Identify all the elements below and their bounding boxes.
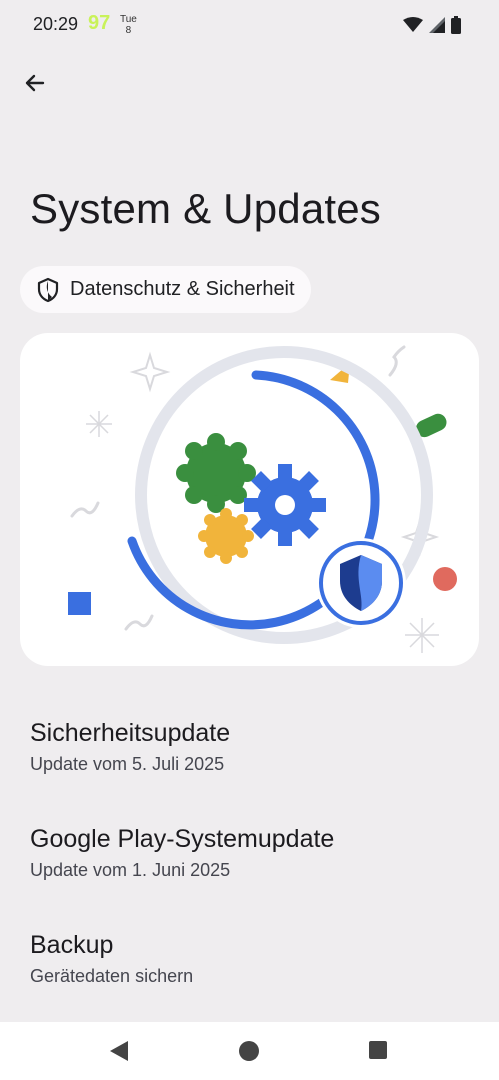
arrow-back-icon (25, 74, 45, 92)
page-title: System & Updates (30, 185, 382, 232)
item-subtitle: Update vom 1. Juni 2025 (30, 860, 231, 880)
back-button[interactable] (20, 68, 50, 98)
chip-label: Datenschutz & Sicherheit (70, 278, 295, 300)
google-play-system-update-item[interactable]: Google Play-Systemupdate Update vom 1. J… (30, 824, 334, 881)
status-time: 20:29 (33, 14, 79, 34)
item-title: Backup (30, 931, 114, 959)
navigation-bar (0, 1022, 499, 1080)
nav-recents-button[interactable] (368, 1040, 388, 1065)
status-date-number: 8 (125, 25, 132, 36)
privacy-security-chip[interactable]: Datenschutz & Sicherheit (20, 266, 311, 313)
item-subtitle: Gerätedaten sichern (30, 966, 194, 986)
wifi-icon (403, 17, 423, 32)
status-bar: 20:29 97 Tue 8 (0, 0, 499, 50)
nav-home-button[interactable] (238, 1040, 260, 1067)
system-icons (403, 16, 461, 34)
triangle-back-icon (110, 1041, 128, 1061)
shield-icon (37, 277, 59, 302)
item-subtitle: Update vom 5. Juli 2025 (30, 754, 225, 774)
item-title: Sicherheitsupdate (30, 719, 231, 747)
battery-level: 97 (88, 12, 111, 34)
signal-icon (429, 17, 445, 33)
security-update-item[interactable]: Sicherheitsupdate Update vom 5. Juli 202… (30, 718, 230, 775)
illustration-graphic (68, 345, 457, 653)
square-recents-icon (369, 1041, 387, 1059)
nav-back-button[interactable] (108, 1040, 130, 1067)
battery-icon (451, 16, 461, 34)
circle-home-icon (239, 1041, 259, 1061)
backup-item[interactable]: Backup Gerätedaten sichern (30, 930, 193, 987)
system-updates-illustration (20, 333, 479, 666)
item-title: Google Play-Systemupdate (30, 825, 335, 853)
status-date: Tue 8 (120, 14, 137, 36)
status-day: Tue (120, 14, 137, 25)
